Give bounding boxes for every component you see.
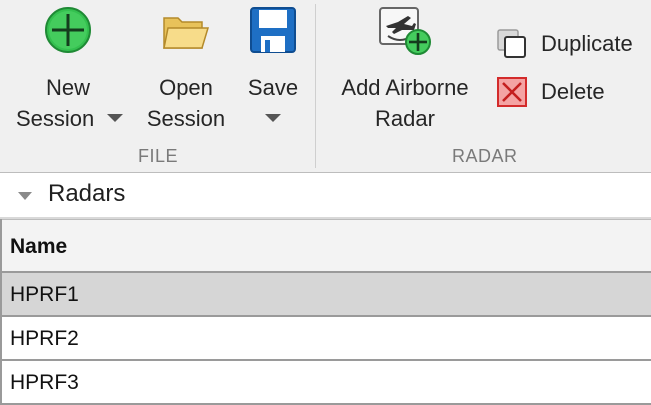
new-plus-icon	[45, 7, 91, 53]
ribbon-group-separator	[315, 4, 316, 168]
save-dropdown-caret[interactable]	[265, 114, 281, 122]
delete-button[interactable]: Delete	[496, 76, 646, 108]
open-session-label-line2: Session	[146, 106, 226, 131]
duplicate-label: Duplicate	[541, 31, 633, 56]
folder-icon	[163, 17, 210, 49]
new-session-label-line2: Session	[16, 106, 95, 131]
column-header-name[interactable]: Name	[2, 219, 651, 273]
section-title: Radars	[48, 180, 126, 207]
file-group-label: FILE	[138, 146, 179, 166]
collapse-triangle-icon[interactable]	[18, 192, 32, 200]
airborne-radar-add-icon	[379, 7, 431, 55]
delete-label: Delete	[541, 79, 605, 104]
delete-x-icon	[497, 77, 527, 107]
new-session-dropdown-caret[interactable]	[107, 114, 123, 122]
table-row[interactable]: HPRF3	[2, 361, 651, 405]
floppy-disk-icon	[250, 7, 296, 53]
table-row[interactable]: HPRF2	[2, 317, 651, 361]
duplicate-icon	[497, 29, 526, 58]
open-session-button[interactable]: Open Session	[140, 0, 232, 140]
table-row[interactable]: HPRF1	[2, 273, 651, 317]
radar-group-label: RADAR	[452, 146, 518, 166]
add-airborne-radar-button[interactable]: Add Airborne Radar	[330, 0, 480, 140]
radars-section-header[interactable]: Radars	[0, 173, 651, 219]
save-button[interactable]: Save	[244, 0, 302, 140]
add-airborne-radar-label-line1: Add Airborne	[341, 75, 469, 100]
ribbon: New Session Open Session Save Add Airbor…	[0, 0, 651, 173]
duplicate-button[interactable]: Duplicate	[496, 28, 646, 60]
open-session-label-line1: Open	[159, 75, 213, 100]
new-session-label-line1: New	[45, 75, 90, 100]
add-airborne-radar-label-line2: Radar	[375, 106, 435, 131]
new-session-button[interactable]: New Session	[8, 0, 128, 140]
save-label: Save	[247, 75, 299, 100]
radars-table: Name HPRF1 HPRF2 HPRF3	[0, 219, 651, 405]
